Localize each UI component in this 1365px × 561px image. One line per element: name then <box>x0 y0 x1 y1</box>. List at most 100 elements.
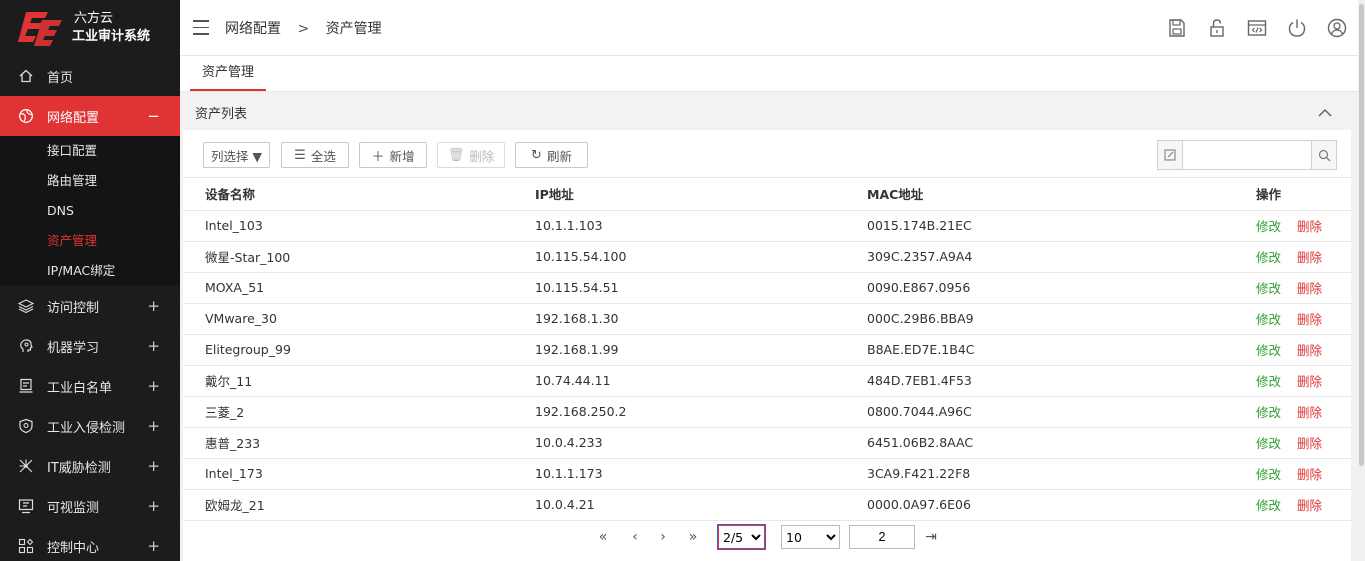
search-icon[interactable] <box>1311 141 1336 169</box>
refresh-label: 刷新 <box>546 148 572 164</box>
delete-link[interactable]: 删除 <box>1297 281 1322 296</box>
delete-button[interactable]: 🗑 删除 <box>437 142 505 168</box>
expand-toggle[interactable]: + <box>147 297 160 315</box>
sidebar-subitem-dns[interactable]: DNS <box>0 196 180 226</box>
sidebar-item-network-config[interactable]: 网络配置 − <box>0 96 180 136</box>
ip-cell: 10.115.54.100 <box>513 241 845 273</box>
sidebar-subitem-asset[interactable]: 资产管理 <box>0 226 180 256</box>
scrollbar-thumb[interactable] <box>1359 4 1364 466</box>
expand-toggle[interactable]: + <box>147 497 160 515</box>
sidebar-subitem-interface[interactable]: 接口配置 <box>0 136 180 166</box>
sidebar-item-access-control[interactable]: 访问控制 + <box>0 286 180 326</box>
breadcrumb-parent[interactable]: 网络配置 <box>225 21 281 37</box>
chevron-up-icon[interactable] <box>1317 105 1333 121</box>
actions-cell: 修改 删除 <box>1256 272 1351 304</box>
delete-link[interactable]: 删除 <box>1297 436 1322 451</box>
device-name-cell: Intel_173 <box>183 458 513 490</box>
collapse-toggle[interactable]: − <box>147 107 160 125</box>
sidebar-item-it-threat[interactable]: IT威胁检测 + <box>0 446 180 486</box>
next-page-icon[interactable]: › <box>655 529 671 545</box>
search-input[interactable] <box>1183 141 1311 169</box>
table-row[interactable]: MOXA_51 10.115.54.51 0090.E867.0956 修改 删除 <box>183 272 1351 304</box>
toolbar: 列选择 ▼ ☰ 全选 ＋ 新增 🗑 删除 ↻ 刷新 <box>183 130 1351 178</box>
device-name-cell: Elitegroup_99 <box>183 334 513 366</box>
edit-link[interactable]: 修改 <box>1256 467 1281 482</box>
add-button[interactable]: ＋ 新增 <box>359 142 427 168</box>
expand-toggle[interactable]: + <box>147 377 160 395</box>
delete-link[interactable]: 删除 <box>1297 250 1322 265</box>
actions-cell: 修改 删除 <box>1256 365 1351 397</box>
sidebar-subitem-routing[interactable]: 路由管理 <box>0 166 180 196</box>
company-logo <box>18 8 64 48</box>
edit-link[interactable]: 修改 <box>1256 250 1281 265</box>
edit-link[interactable]: 修改 <box>1256 436 1281 451</box>
sidebar-item-control-center[interactable]: 控制中心 + <box>0 526 180 561</box>
edit-link[interactable]: 修改 <box>1256 374 1281 389</box>
user-icon[interactable] <box>1326 17 1348 39</box>
delete-link[interactable]: 删除 <box>1297 312 1322 327</box>
delete-link[interactable]: 删除 <box>1297 405 1322 420</box>
lock-icon[interactable] <box>1206 17 1228 39</box>
expand-toggle[interactable]: + <box>147 457 160 475</box>
edit-link[interactable]: 修改 <box>1256 219 1281 234</box>
select-all-button[interactable]: ☰ 全选 <box>281 142 349 168</box>
delete-link[interactable]: 删除 <box>1297 343 1322 358</box>
save-icon[interactable] <box>1166 17 1188 39</box>
delete-link[interactable]: 删除 <box>1297 374 1322 389</box>
breadcrumb-separator: > <box>297 20 310 37</box>
sidebar-item-intrusion-detection[interactable]: 工业入侵检测 + <box>0 406 180 446</box>
ip-cell: 192.168.1.30 <box>513 303 845 335</box>
delete-link[interactable]: 删除 <box>1297 498 1322 513</box>
top-bar: 网络配置 > 资产管理 <box>180 0 1358 56</box>
id-card-icon <box>18 378 34 394</box>
tab-asset-management[interactable]: 资产管理 <box>190 56 267 91</box>
mac-cell: B8AE.ED7E.1B4C <box>845 334 1256 366</box>
device-name-cell: MOXA_51 <box>183 272 513 304</box>
menu-toggle-icon[interactable] <box>193 15 209 40</box>
select-all-label: 全选 <box>310 148 336 164</box>
code-window-icon[interactable] <box>1246 17 1268 39</box>
sidebar-subitem-ipmac[interactable]: IP/MAC绑定 <box>0 256 180 286</box>
first-page-icon[interactable]: « <box>595 529 611 545</box>
delete-link[interactable]: 删除 <box>1297 219 1322 234</box>
table-row[interactable]: 微星-Star_100 10.115.54.100 309C.2357.A9A4 修改… <box>183 241 1351 273</box>
edit-link[interactable]: 修改 <box>1256 405 1281 420</box>
table-row[interactable]: Elitegroup_99 192.168.1.99 B8AE.ED7E.1B4C 修… <box>183 334 1351 366</box>
delete-link[interactable]: 删除 <box>1297 467 1322 482</box>
table-row[interactable]: 戴尔_11 10.74.44.11 484D.7EB1.4F53 修改 删除 <box>183 365 1351 397</box>
table-row[interactable]: 欧姆龙_21 10.0.4.21 0000.0A97.6E06 修改 删除 <box>183 489 1351 521</box>
prev-page-icon[interactable]: ‹ <box>627 529 643 545</box>
page-size-select[interactable]: 10 <box>781 525 840 549</box>
table-row[interactable]: 惠普_233 10.0.4.233 6451.06B2.8AAC 修改 删除 <box>183 427 1351 459</box>
column-header-ip[interactable]: IP地址 <box>513 178 845 211</box>
shield-icon <box>18 418 34 434</box>
actions-cell: 修改 删除 <box>1256 303 1351 335</box>
table-row[interactable]: 三菱_2 192.168.250.2 0800.7044.A96C 修改 删除 <box>183 396 1351 428</box>
table-row[interactable]: Intel_103 10.1.1.103 0015.174B.21EC 修改 删除 <box>183 210 1351 242</box>
power-icon[interactable] <box>1286 17 1308 39</box>
expand-toggle[interactable]: + <box>147 417 160 435</box>
refresh-button[interactable]: ↻ 刷新 <box>515 142 588 168</box>
table-row[interactable]: VMware_30 192.168.1.30 000C.29B6.BBA9 修改 删除 <box>183 303 1351 335</box>
table-row[interactable]: Intel_173 10.1.1.173 3CA9.F421.22F8 修改 删除 <box>183 458 1351 490</box>
goto-page-icon[interactable]: ⇥ <box>923 529 939 545</box>
expand-toggle[interactable]: + <box>147 537 160 555</box>
goto-page-input[interactable] <box>849 525 915 549</box>
sidebar-item-whitelist[interactable]: 工业白名单 + <box>0 366 180 406</box>
sidebar-item-home[interactable]: 首页 <box>0 56 180 96</box>
page-select[interactable]: 2/5 <box>717 524 766 550</box>
sidebar-item-machine-learning[interactable]: 机器学习 + <box>0 326 180 366</box>
column-header-mac[interactable]: MAC地址 <box>845 178 1256 211</box>
edit-link[interactable]: 修改 <box>1256 312 1281 327</box>
column-header-device-name[interactable]: 设备名称 <box>183 178 513 211</box>
expand-toggle[interactable]: + <box>147 337 160 355</box>
edit-link[interactable]: 修改 <box>1256 281 1281 296</box>
column-select-button[interactable]: 列选择 ▼ <box>203 142 270 168</box>
mac-cell: 0000.0A97.6E06 <box>845 489 1256 521</box>
sidebar-item-visual-monitor[interactable]: 可视监测 + <box>0 486 180 526</box>
page-scrollbar[interactable] <box>1358 0 1365 561</box>
last-page-icon[interactable]: » <box>685 529 701 545</box>
edit-link[interactable]: 修改 <box>1256 343 1281 358</box>
mac-cell: 0090.E867.0956 <box>845 272 1256 304</box>
edit-link[interactable]: 修改 <box>1256 498 1281 513</box>
